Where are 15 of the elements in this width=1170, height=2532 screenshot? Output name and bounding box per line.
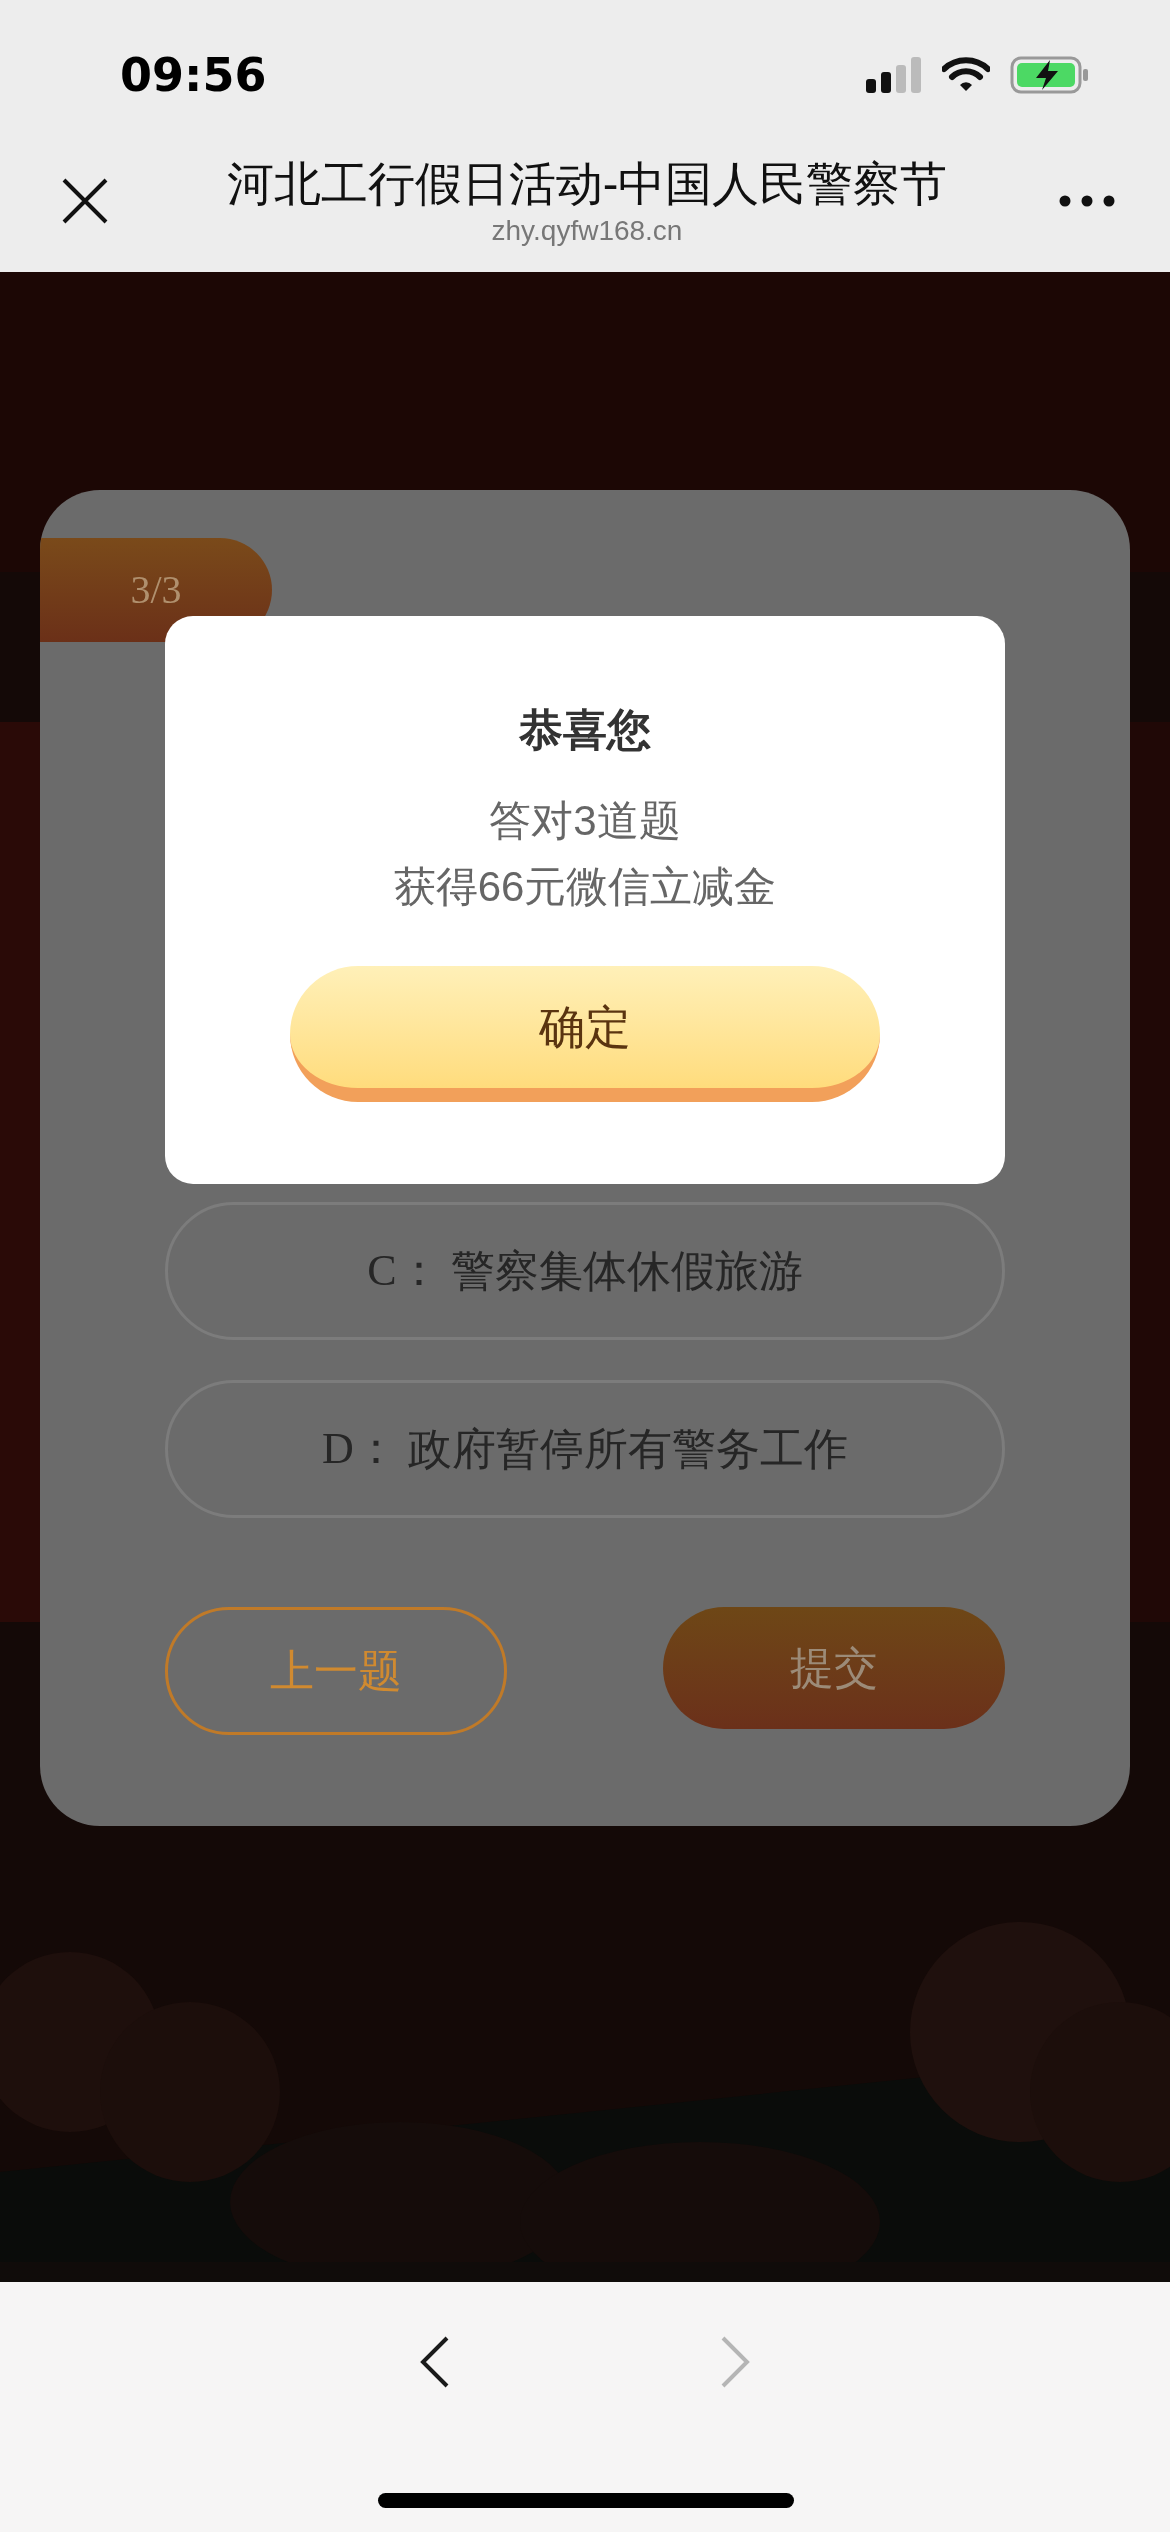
wifi-icon (942, 57, 990, 93)
confirm-button[interactable]: 确定 (290, 966, 880, 1102)
status-time: 09:56 (120, 46, 267, 104)
signal-icon (866, 57, 922, 93)
dialog-message: 获得66元微信立减金 (393, 862, 777, 912)
page-title: 河北工行假日活动-中国人民警察节 (226, 156, 948, 212)
page-url: zhy.qyfw168.cn (491, 214, 683, 248)
answer-option[interactable]: D： 政府暂停所有警务工作 (165, 1380, 1005, 1518)
submit-button[interactable]: 提交 (663, 1607, 1005, 1729)
more-button[interactable] (1059, 195, 1115, 207)
dialog-title: 恭喜您 (519, 704, 651, 756)
battery-charging-icon (1010, 56, 1090, 94)
dialog-message: 答对3道题 (489, 796, 681, 846)
answer-option[interactable]: C： 警察集体休假旅游 (165, 1202, 1005, 1340)
previous-question-button[interactable]: 上一题 (165, 1607, 507, 1735)
